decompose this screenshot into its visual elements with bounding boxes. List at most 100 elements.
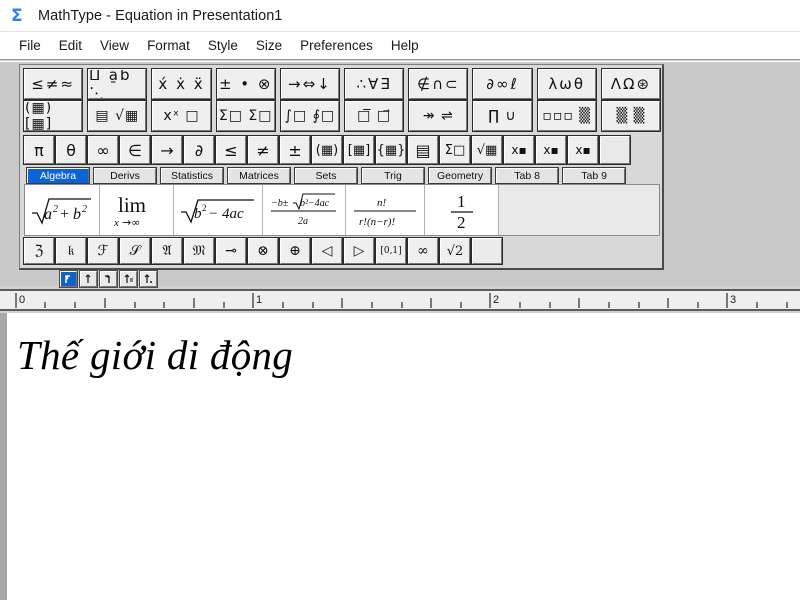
right-tab-stop-button[interactable] (100, 271, 117, 287)
script-s-symbol-button[interactable]: 𝒮 (120, 238, 150, 264)
miscellaneous-symbols-button[interactable]: ∂∞ℓ (473, 69, 531, 99)
spaces-and-dots-button[interactable]: ⨿ a̱ḃ ⋱ (88, 69, 146, 99)
subscript-template-button[interactable]: x▪ (536, 136, 566, 164)
underbar-overbar-templates-button[interactable]: □̅ □⃗ (345, 101, 403, 131)
circled-times-symbol-button[interactable]: ⊗ (248, 238, 278, 264)
quick-symbol-row: π θ ∞ ∈ → ∂ ≤ ≠ ± (▦) [▦] {▦} ▤ Σ□ √▦ x▪… (24, 136, 660, 164)
align-at-equals-tab-stop-button[interactable] (120, 271, 137, 287)
sub-superscript-template-button[interactable]: x▪ (568, 136, 598, 164)
tab-sets[interactable]: Sets (295, 168, 357, 183)
tab-derivs[interactable]: Derivs (94, 168, 156, 183)
superscript-template-button[interactable]: x▪ (504, 136, 534, 164)
fraktur-z-symbol-button[interactable]: ℨ (24, 238, 54, 264)
not-equal-symbol-button[interactable]: ≠ (248, 136, 278, 164)
pi-symbol-button[interactable]: π (24, 136, 54, 164)
matrix-templates-button[interactable]: ▫▫▫ ▒ (538, 101, 596, 131)
empty-extra-symbol-slot (472, 238, 502, 264)
tab-matrices[interactable]: Matrices (228, 168, 290, 183)
tab-trig[interactable]: Trig (362, 168, 424, 183)
fraktur-k-symbol-button[interactable]: 𝔨 (56, 238, 86, 264)
theta-symbol-button[interactable]: θ (56, 136, 86, 164)
tab-8[interactable]: Tab 8 (496, 168, 558, 183)
horizontal-ruler[interactable]: 0 1 2 3 (0, 289, 800, 311)
partial-derivative-symbol-button[interactable]: ∂ (184, 136, 214, 164)
menu-size[interactable]: Size (247, 36, 291, 55)
menu-edit[interactable]: Edit (50, 36, 91, 55)
extra-symbol-row: ℨ 𝔨 ℱ 𝒮 𝔄 𝔐 ⊸ ⊗ ⊕ ◁ ▷ [0,1] ∞ √2 (24, 238, 660, 264)
fraktur-m-symbol-button[interactable]: 𝔐 (184, 238, 214, 264)
element-of-symbol-button[interactable]: ∈ (120, 136, 150, 164)
right-arrow-symbol-button[interactable]: → (152, 136, 182, 164)
menu-view[interactable]: View (91, 36, 138, 55)
fence-templates-button[interactable]: (▦) [▦] (24, 101, 82, 131)
fraktur-f-symbol-button[interactable]: ℱ (88, 238, 118, 264)
product-set-templates-button[interactable]: ∏ ∪ (473, 101, 531, 131)
operator-symbols-button[interactable]: ± • ⊗ (217, 69, 275, 99)
svg-text:2: 2 (457, 213, 466, 232)
symbol-group-row-1: ≤≠≈ ⨿ a̱ḃ ⋱ x́ ẋ ẍ ± • ⊗ →⇔↓ ∴∀∃ ∉∩⊂ … (24, 69, 660, 99)
closed-interval-symbol-button[interactable]: [0,1] (376, 238, 406, 264)
circled-plus-symbol-button[interactable]: ⊕ (280, 238, 310, 264)
square-root-two-symbol-button[interactable]: √2 (440, 238, 470, 264)
square-root-template-button[interactable]: √▦ (472, 136, 502, 164)
fraction-radical-templates-button[interactable]: ▤ √▦ (88, 101, 146, 131)
svg-text:lim: lim (118, 193, 146, 217)
script-templates-button[interactable]: xˣ □ (152, 101, 210, 131)
plus-minus-symbol-button[interactable]: ± (280, 136, 310, 164)
menu-file[interactable]: File (10, 36, 50, 55)
equation-canvas[interactable]: Thế giới di động (0, 313, 800, 600)
ruler-label-0: 0 (19, 294, 25, 306)
maps-to-symbol-button[interactable]: ⊸ (216, 238, 246, 264)
ruler-label-1: 1 (256, 294, 262, 306)
quadratic-formula-template[interactable]: −b± b²−4ac 2a (263, 185, 346, 235)
tab-9[interactable]: Tab 9 (563, 168, 625, 183)
center-tab-stop-button[interactable] (80, 271, 97, 287)
matrix-grid-templates-button[interactable]: ▒ ▒ (602, 101, 660, 131)
integral-templates-button[interactable]: ∫□ ∮□ (281, 101, 339, 131)
tab-geometry[interactable]: Geometry (429, 168, 491, 183)
limit-template[interactable]: lim x →∞ (100, 185, 174, 235)
svg-text:−b±: −b± (271, 198, 289, 209)
title-bar: Σ MathType - Equation in Presentation1 (0, 0, 800, 32)
fraction-template-button[interactable]: ▤ (408, 136, 438, 164)
tab-algebra[interactable]: Algebra (27, 168, 89, 183)
summation-templates-button[interactable]: Σ□ Σ□ (217, 101, 275, 131)
arrow-symbols-button[interactable]: →⇔↓ (281, 69, 339, 99)
logical-symbols-button[interactable]: ∴∀∃ (345, 69, 403, 99)
menu-format[interactable]: Format (138, 36, 199, 55)
embellishments-button[interactable]: x́ ẋ ẍ (152, 69, 210, 99)
svg-text:−: − (209, 206, 217, 222)
greek-lowercase-button[interactable]: λωθ (538, 69, 596, 99)
parenthesis-template-button[interactable]: (▦) (312, 136, 342, 164)
menu-style[interactable]: Style (199, 36, 247, 55)
decimal-tab-stop-button[interactable] (140, 271, 157, 287)
relation-symbols-button[interactable]: ≤≠≈ (24, 69, 82, 99)
greek-uppercase-button[interactable]: ΛΩ⊛ (602, 69, 660, 99)
left-triangle-symbol-button[interactable]: ◁ (312, 238, 342, 264)
infinity-symbol-button[interactable]: ∞ (88, 136, 118, 164)
menu-preferences[interactable]: Preferences (291, 36, 382, 55)
svg-text:2: 2 (202, 203, 207, 213)
bracket-template-button[interactable]: [▦] (344, 136, 374, 164)
less-than-or-equal-symbol-button[interactable]: ≤ (216, 136, 246, 164)
set-theory-symbols-button[interactable]: ∉∩⊂ (409, 69, 467, 99)
summation-template-button[interactable]: Σ□ (440, 136, 470, 164)
fraktur-a-symbol-button[interactable]: 𝔄 (152, 238, 182, 264)
right-triangle-symbol-button[interactable]: ▷ (344, 238, 374, 264)
menu-help[interactable]: Help (382, 36, 428, 55)
one-half-fraction-template[interactable]: 1 2 (425, 185, 499, 235)
left-tab-stop-button[interactable] (60, 271, 77, 287)
svg-text:a: a (44, 206, 52, 223)
discriminant-radical-template[interactable]: b 2 − 4ac (174, 185, 263, 235)
pythagorean-radical-template[interactable]: a 2 + b 2 (25, 185, 100, 235)
empty-symbol-slot (600, 136, 630, 164)
labeled-arrow-templates-button[interactable]: ↠ ⇌ (409, 101, 467, 131)
equation-text[interactable]: Thế giới di động (17, 331, 293, 379)
menu-bar: File Edit View Format Style Size Prefere… (0, 32, 800, 60)
tab-statistics[interactable]: Statistics (161, 168, 223, 183)
permutation-formula-template[interactable]: n! r!(n−r)! (346, 185, 425, 235)
infinity-symbol-button-small[interactable]: ∞ (408, 238, 438, 264)
svg-text:b: b (194, 206, 202, 222)
brace-template-button[interactable]: {▦} (376, 136, 406, 164)
sigma-icon: Σ (9, 6, 29, 26)
